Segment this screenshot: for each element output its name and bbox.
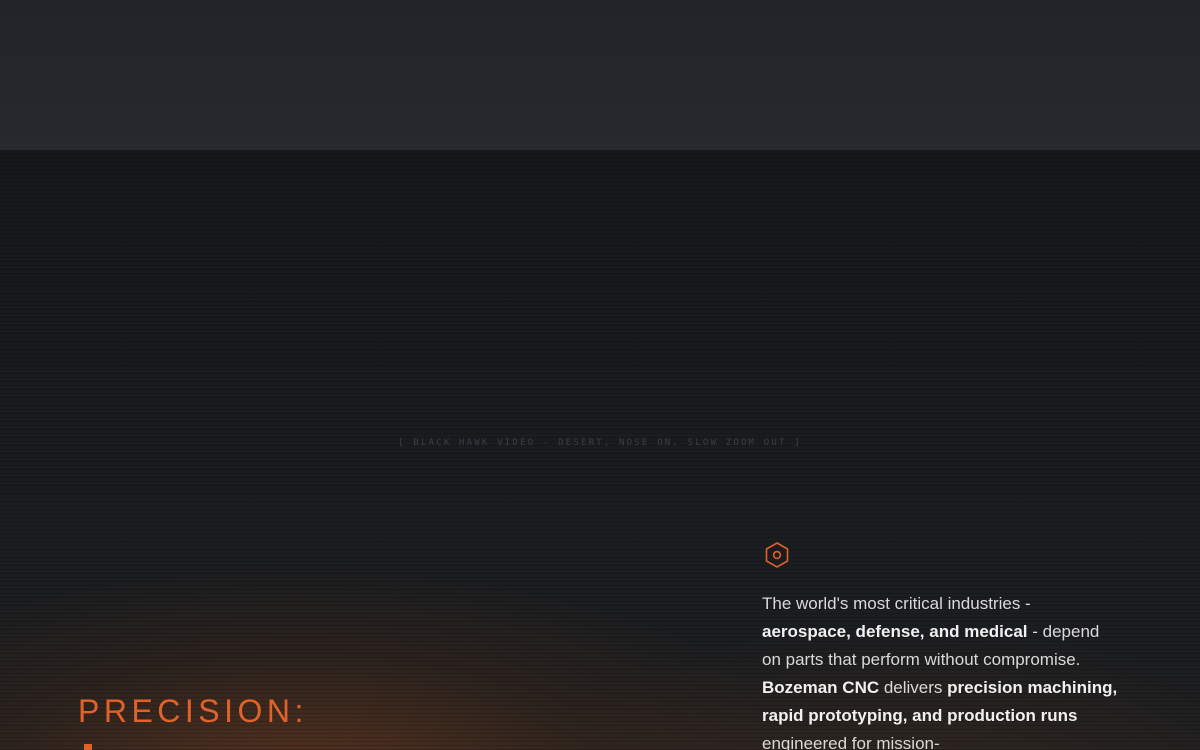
page: [ BLACK HAWK VIDEO - DESERT, NOSE ON, SL…: [0, 0, 1200, 750]
intro-text-3: delivers: [879, 678, 948, 697]
intro-text-4: engineered for mission-: [762, 734, 940, 750]
hero-title-second-line-glyph: [84, 744, 92, 750]
hex-nut-icon: [765, 542, 789, 568]
hero-video-placeholder: [ BLACK HAWK VIDEO - DESERT, NOSE ON, SL…: [398, 438, 802, 448]
intro-company-name: Bozeman CNC: [762, 678, 880, 697]
hero-section: [ BLACK HAWK VIDEO - DESERT, NOSE ON, SL…: [0, 150, 1200, 750]
intro-text-1: The world's most critical industries -: [762, 594, 1031, 613]
hero-title: PRECISION:: [78, 693, 308, 729]
hero-intro-text: The world's most critical industries - a…: [762, 590, 1122, 750]
top-band: [0, 0, 1200, 150]
intro-industries: aerospace, defense, and medical: [762, 622, 1028, 641]
